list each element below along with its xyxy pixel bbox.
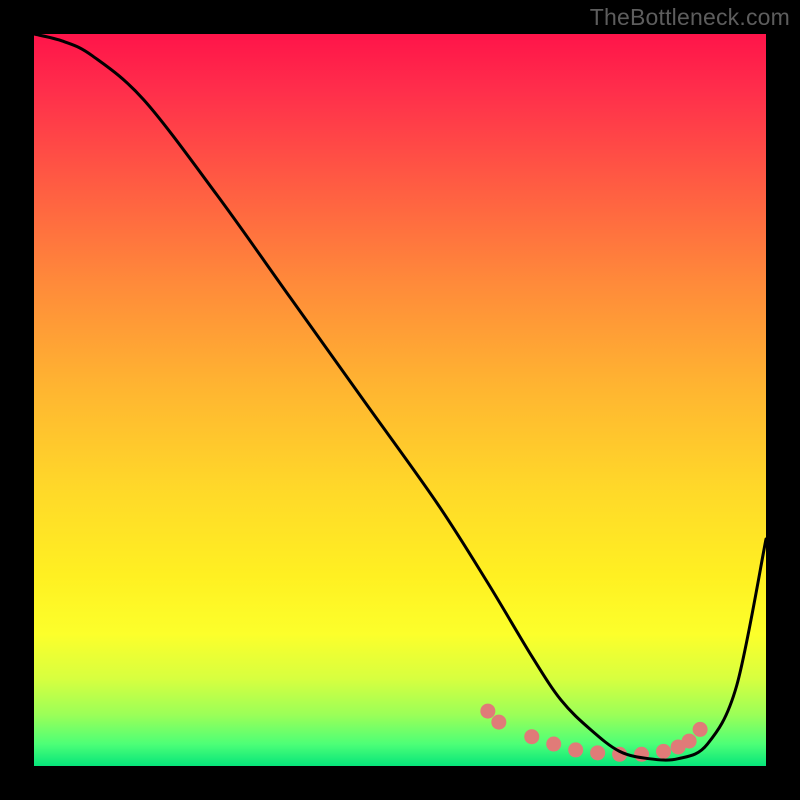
- plot-area: [34, 34, 766, 766]
- marker-dot: [682, 734, 697, 749]
- curve-svg: [34, 34, 766, 766]
- marker-dot: [693, 722, 708, 737]
- marker-dot: [491, 715, 506, 730]
- bottleneck-curve: [34, 34, 766, 760]
- watermark-text: TheBottleneck.com: [590, 4, 790, 31]
- marker-dot: [524, 729, 539, 744]
- marker-dot: [590, 745, 605, 760]
- marker-dot: [568, 742, 583, 757]
- marker-dot: [656, 744, 671, 759]
- chart-frame: TheBottleneck.com: [0, 0, 800, 800]
- marker-dot: [546, 737, 561, 752]
- marker-dot: [480, 704, 495, 719]
